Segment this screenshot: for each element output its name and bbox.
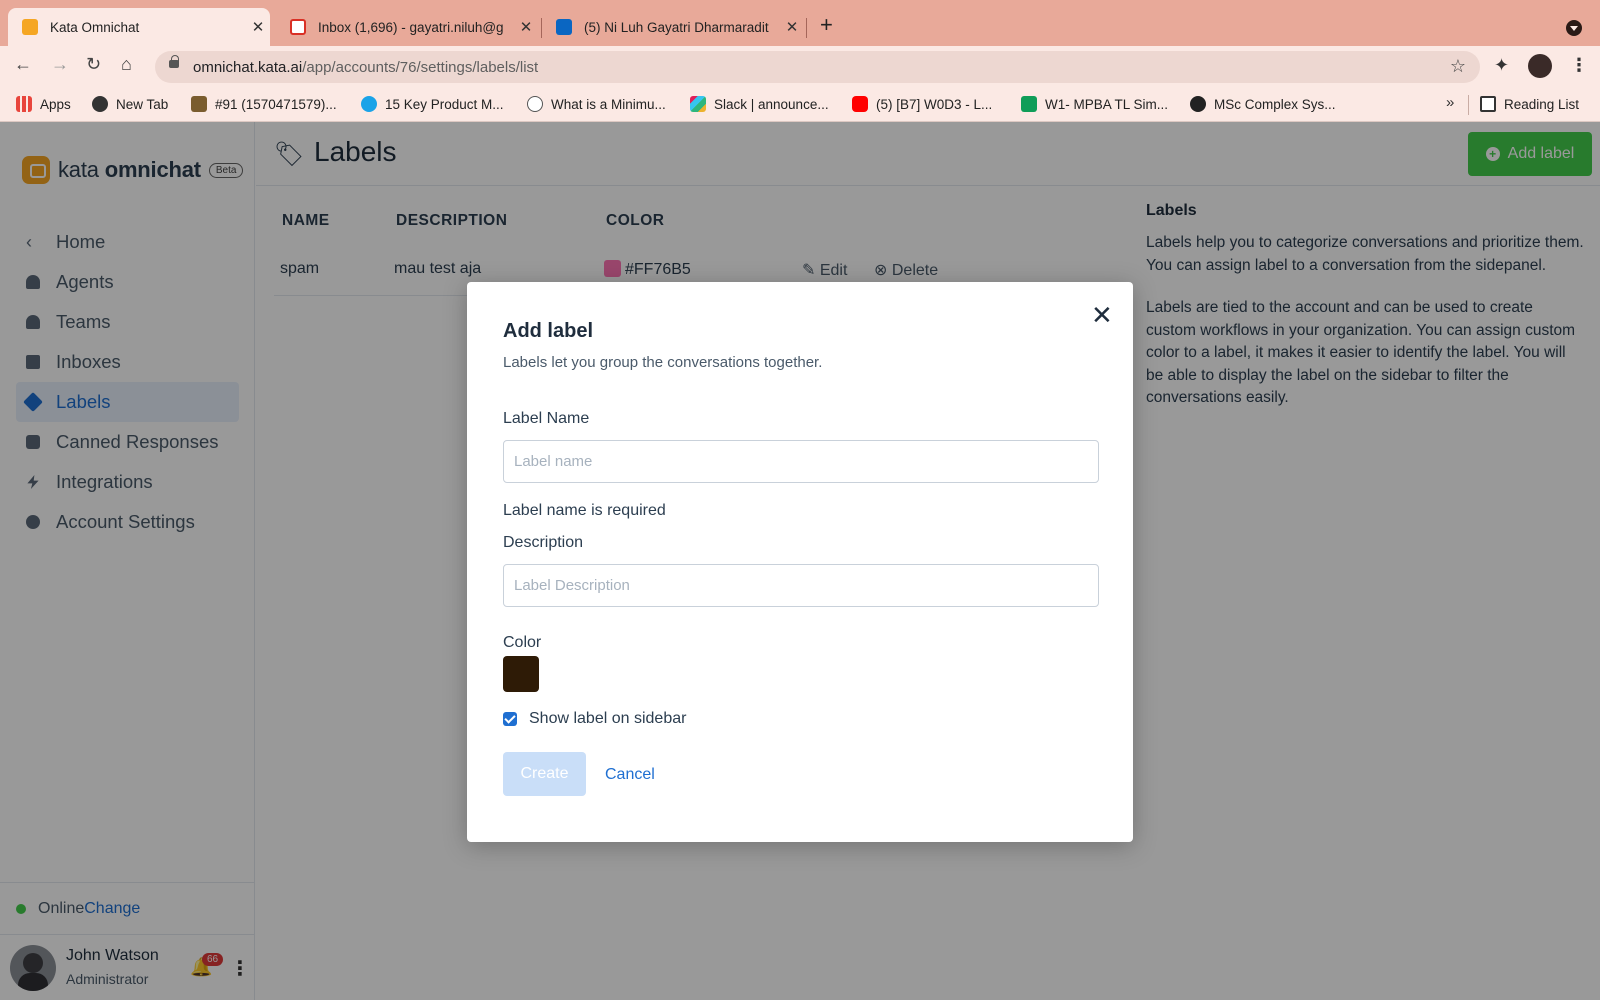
bookmark-apps[interactable]: Apps	[16, 96, 71, 112]
reading-list-button[interactable]: Reading List	[1480, 96, 1579, 112]
browser-tab-bar: Kata Omnichat ✕ Inbox (1,696) - gayatri.…	[0, 0, 1600, 46]
lock-icon	[169, 55, 179, 68]
bookmark-w1-mpba[interactable]: W1- MPBA TL Sim...	[1021, 96, 1168, 112]
bookmarks-bar: Apps New Tab #91 (1570471579)... 15 Key …	[0, 88, 1600, 122]
browser-tab-linkedin[interactable]: (5) Ni Luh Gayatri Dharmaradit ✕	[542, 8, 804, 46]
close-tab-icon[interactable]: ✕	[780, 18, 804, 36]
swoosh-favicon-icon	[1190, 96, 1206, 112]
bookmark-new-tab[interactable]: New Tab	[92, 96, 168, 112]
sheets-favicon-icon	[1021, 96, 1037, 112]
kata-favicon-icon	[22, 19, 38, 35]
show-on-sidebar-option[interactable]: Show label on sidebar	[503, 710, 686, 728]
close-tab-icon[interactable]: ✕	[246, 18, 270, 36]
url-text: omnichat.kata.ai/app/accounts/76/setting…	[193, 59, 539, 76]
tab-separator	[806, 18, 807, 38]
bookmark-91[interactable]: #91 (1570471579)...	[191, 96, 337, 112]
add-label-modal: ✕ Add label Labels let you group the con…	[467, 282, 1133, 842]
reload-icon[interactable]: ↻	[86, 54, 101, 75]
create-button[interactable]: Create	[503, 752, 586, 796]
label-description-input[interactable]	[503, 564, 1099, 607]
bookmark-star-icon[interactable]: ☆	[1450, 56, 1466, 77]
slack-favicon-icon	[690, 96, 706, 112]
label-name-label: Label Name	[503, 410, 590, 427]
bookmark-slack[interactable]: Slack | announce...	[690, 96, 829, 112]
bookmark-separator	[1468, 95, 1469, 115]
apps-grid-icon	[16, 96, 32, 112]
browser-tab-omnichat[interactable]: Kata Omnichat ✕	[8, 8, 270, 46]
blue-circle-favicon-icon	[361, 96, 377, 112]
bookmark-msc-complex[interactable]: MSc Complex Sys...	[1190, 96, 1336, 112]
tab-title: (5) Ni Luh Gayatri Dharmaradit	[584, 19, 769, 35]
reading-list-icon	[1480, 96, 1496, 112]
color-picker-swatch[interactable]	[503, 656, 539, 692]
close-tab-icon[interactable]: ✕	[514, 18, 538, 36]
address-bar[interactable]: omnichat.kata.ai/app/accounts/76/setting…	[155, 51, 1480, 83]
cancel-button[interactable]: Cancel	[605, 766, 655, 784]
modal-subtitle: Labels let you group the conversations t…	[503, 354, 823, 371]
gmail-favicon-icon	[290, 19, 306, 35]
forward-arrow-icon[interactable]: →	[51, 54, 69, 75]
color-label: Color	[503, 634, 542, 651]
label-name-error: Label name is required	[503, 502, 666, 519]
show-on-sidebar-checkbox[interactable]	[503, 712, 517, 726]
tab-title: Kata Omnichat	[50, 19, 140, 35]
bookmark-youtube[interactable]: (5) [B7] W0D3 - L...	[852, 96, 992, 112]
description-label: Description	[503, 534, 584, 551]
back-arrow-icon[interactable]: ←	[14, 54, 32, 75]
youtube-favicon-icon	[852, 96, 868, 112]
tab-title: Inbox (1,696) - gayatri.niluh@g	[318, 19, 504, 35]
bookmark-15-key[interactable]: 15 Key Product M...	[361, 96, 504, 112]
show-on-sidebar-label: Show label on sidebar	[529, 710, 687, 727]
new-tab-icon	[92, 96, 108, 112]
doc-favicon-icon	[191, 96, 207, 112]
more-bookmarks-chevron-icon[interactable]: »	[1446, 94, 1454, 111]
tab-search-icon[interactable]	[1566, 20, 1582, 36]
profile-avatar[interactable]	[1528, 54, 1552, 78]
triangle-favicon-icon	[527, 96, 543, 112]
home-icon[interactable]: ⌂	[121, 54, 132, 75]
browser-menu-icon[interactable]: ⋮	[1570, 55, 1588, 76]
close-icon[interactable]: ✕	[1091, 302, 1113, 328]
bookmark-what-is-minimum[interactable]: What is a Minimu...	[527, 96, 666, 112]
browser-tab-gmail[interactable]: Inbox (1,696) - gayatri.niluh@g ✕	[276, 8, 538, 46]
label-name-input[interactable]	[503, 440, 1099, 483]
new-tab-plus-icon[interactable]: +	[820, 14, 833, 36]
extensions-puzzle-icon[interactable]: ✦	[1494, 55, 1509, 76]
modal-title: Add label	[503, 320, 594, 342]
linkedin-favicon-icon	[556, 19, 572, 35]
